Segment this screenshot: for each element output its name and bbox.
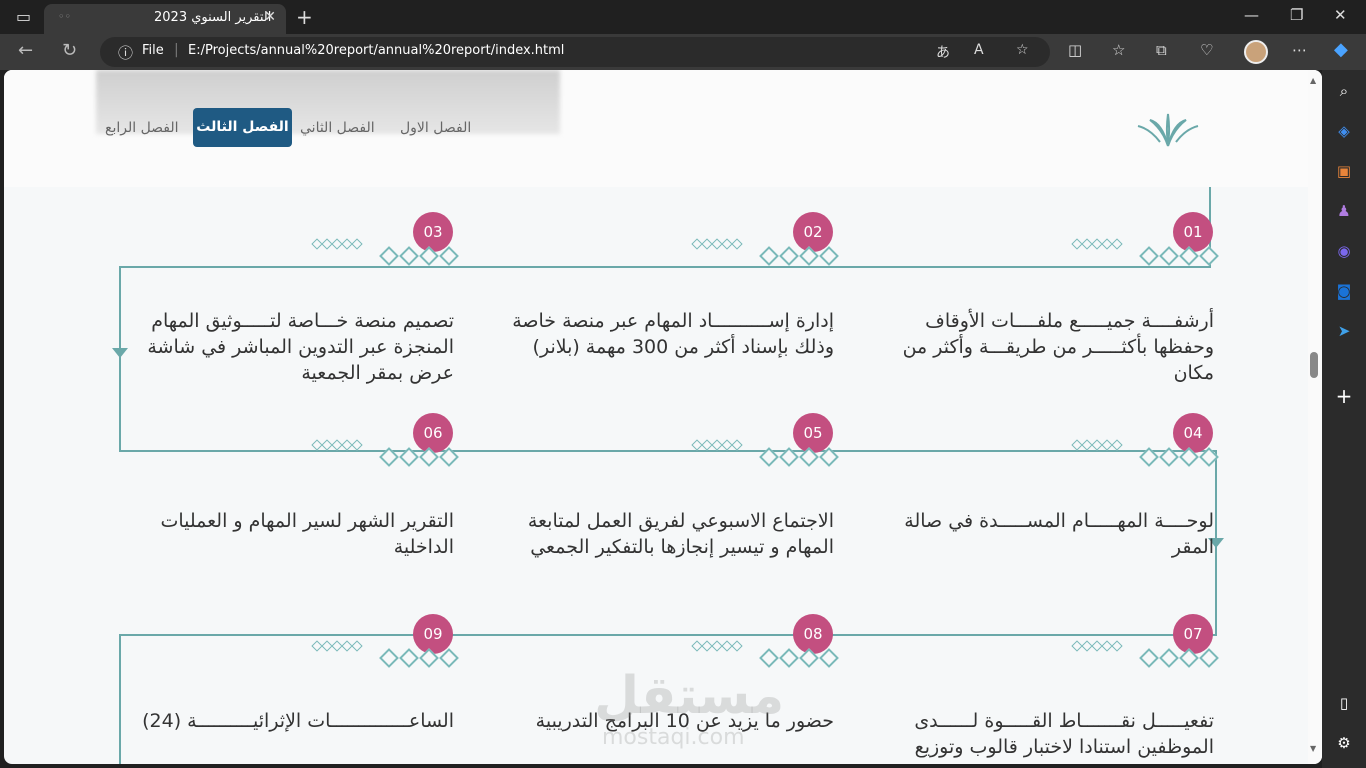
- timeline-line: [119, 634, 121, 764]
- diamond-ornament-icon: [1159, 246, 1179, 266]
- add-sidebar-icon[interactable]: +: [1333, 385, 1355, 407]
- step-description: الساعــــــــــــــات الإثرائيــــــــــ…: [142, 710, 454, 732]
- step-number-badge: 04: [1173, 413, 1213, 453]
- url-text[interactable]: E:/Projects/annual%20report/annual%20rep…: [188, 43, 564, 58]
- collections-icon[interactable]: ⧉: [1156, 41, 1167, 59]
- address-bar-row: ← ↻ ⓘ File | E:/Projects/annual%20report…: [0, 34, 1366, 70]
- tab-title: التقرير السنوي 2023: [154, 10, 272, 25]
- search-icon[interactable]: ⌕: [1333, 80, 1355, 102]
- health-icon[interactable]: ♡: [1200, 41, 1213, 59]
- diamond-ornament-icon: [379, 246, 399, 266]
- diamond-ornament-icon: [759, 648, 779, 668]
- diamond-ornament-icon: [399, 648, 419, 668]
- line-diamond-icon: [351, 238, 363, 250]
- step-description: لوحــــة المهـــــام المســـــدة في صالة…: [904, 510, 1214, 558]
- scrollbar-thumb[interactable]: [1310, 352, 1318, 378]
- copilot-sidebar-icon[interactable]: ◉: [1333, 240, 1355, 262]
- watermark-url: mostaqi.com: [602, 725, 745, 750]
- line-diamond-icon: [731, 640, 743, 652]
- step-number-badge: 09: [413, 614, 453, 654]
- more-options-icon[interactable]: ⋯: [1292, 41, 1307, 59]
- step-description: أرشفــــة جميـــــع ملفــــات الأوقاف وح…: [902, 310, 1214, 384]
- diamond-ornament-icon: [1139, 246, 1159, 266]
- diamond-ornament-icon: [759, 246, 779, 266]
- timeline-line: [119, 266, 1211, 268]
- nav-chapter-2[interactable]: الفصل الثاني: [300, 120, 375, 136]
- close-window-icon[interactable]: ✕: [1334, 6, 1347, 24]
- line-diamond-icon: [1111, 439, 1123, 451]
- favorite-star-icon[interactable]: ☆: [1016, 42, 1029, 58]
- step-description: الاجتماع الاسبوعي لفريق العمل لمتابعة ال…: [527, 510, 834, 558]
- read-aloud-icon[interactable]: A: [974, 42, 984, 58]
- sidebar-layout-icon[interactable]: ▯: [1333, 692, 1355, 714]
- page-header: الفصل الاول الفصل الثاني الفصل الثالث ال…: [4, 70, 1308, 187]
- diamond-ornament-icon: [379, 648, 399, 668]
- copilot-icon[interactable]: ◆: [1334, 39, 1348, 60]
- scrollbar[interactable]: [1308, 70, 1322, 764]
- line-diamond-icon: [351, 439, 363, 451]
- step-description: إدارة إســــــــــاد المهام عبر منصة خاص…: [512, 310, 834, 358]
- step-number-badge: 08: [793, 614, 833, 654]
- line-diamond-icon: [351, 640, 363, 652]
- step-number-badge: 03: [413, 212, 453, 252]
- line-diamond-icon: [1111, 640, 1123, 652]
- diamond-ornament-icon: [779, 246, 799, 266]
- games-icon[interactable]: ♟: [1333, 200, 1355, 222]
- timeline-line: [119, 634, 1217, 636]
- address-bar[interactable]: ⓘ File | E:/Projects/annual%20report/ann…: [100, 37, 1050, 67]
- refresh-icon[interactable]: ↻: [62, 40, 77, 61]
- shopping-tag-icon[interactable]: ◈: [1333, 120, 1355, 142]
- line-diamond-icon: [731, 439, 743, 451]
- address-label: File: [142, 43, 164, 58]
- step-description: تفعيـــــل نقـــــــاط القـــــوة لـــــ…: [914, 710, 1214, 758]
- logo-icon: [1137, 113, 1199, 147]
- nav-chapter-3-active[interactable]: الفصل الثالث: [193, 108, 292, 147]
- diamond-ornament-icon: [1139, 648, 1159, 668]
- outlook-icon[interactable]: ◙: [1333, 280, 1355, 302]
- minimize-icon[interactable]: —: [1244, 6, 1259, 24]
- diamond-ornament-icon: [399, 246, 419, 266]
- send-icon[interactable]: ➤: [1333, 320, 1355, 342]
- translate-icon[interactable]: あ: [936, 42, 950, 62]
- step-number-badge: 07: [1173, 614, 1213, 654]
- timeline-line: [119, 450, 1217, 452]
- info-icon[interactable]: ⓘ: [118, 42, 133, 63]
- line-diamond-icon: [1111, 238, 1123, 250]
- profile-avatar[interactable]: [1244, 40, 1268, 64]
- step-number-badge: 02: [793, 212, 833, 252]
- step-number-badge: 01: [1173, 212, 1213, 252]
- step-number-badge: 06: [413, 413, 453, 453]
- close-tab-icon[interactable]: ✕: [264, 9, 276, 25]
- step-number-badge: 05: [793, 413, 833, 453]
- diamond-ornament-icon: [1159, 648, 1179, 668]
- diamond-ornament-icon: [779, 648, 799, 668]
- web-page: الفصل الاول الفصل الثاني الفصل الثالث ال…: [4, 70, 1322, 764]
- browser-tab[interactable]: ◦◦ التقرير السنوي 2023 ✕: [44, 4, 286, 34]
- scroll-up-icon[interactable]: ▲: [1310, 76, 1316, 85]
- new-tab-icon[interactable]: +: [296, 5, 313, 29]
- step-description: التقرير الشهر لسير المهام و العمليات الد…: [160, 510, 454, 558]
- split-screen-icon[interactable]: ◫: [1068, 41, 1082, 59]
- scroll-down-icon[interactable]: ▼: [1310, 744, 1316, 753]
- restore-icon[interactable]: ❐: [1290, 6, 1303, 24]
- step-description: تصميم منصة خـــاصة لتـــــوثيق المهام ال…: [147, 310, 454, 384]
- tools-icon[interactable]: ▣: [1333, 160, 1355, 182]
- favicon-icon: ◦◦: [58, 10, 71, 23]
- favorites-icon[interactable]: ☆: [1112, 41, 1125, 59]
- line-diamond-icon: [731, 238, 743, 250]
- separator: |: [174, 42, 179, 58]
- nav-chapter-1[interactable]: الفصل الاول: [400, 120, 471, 136]
- back-icon[interactable]: ←: [18, 40, 33, 61]
- browser-titlebar: ▭ ◦◦ التقرير السنوي 2023 ✕ + — ❐ ✕: [0, 0, 1366, 34]
- tab-actions-icon[interactable]: ▭: [16, 7, 31, 26]
- nav-chapter-4[interactable]: الفصل الرابع: [105, 120, 179, 136]
- watermark-text: مستقل: [594, 666, 785, 726]
- settings-gear-icon[interactable]: ⚙: [1333, 732, 1355, 754]
